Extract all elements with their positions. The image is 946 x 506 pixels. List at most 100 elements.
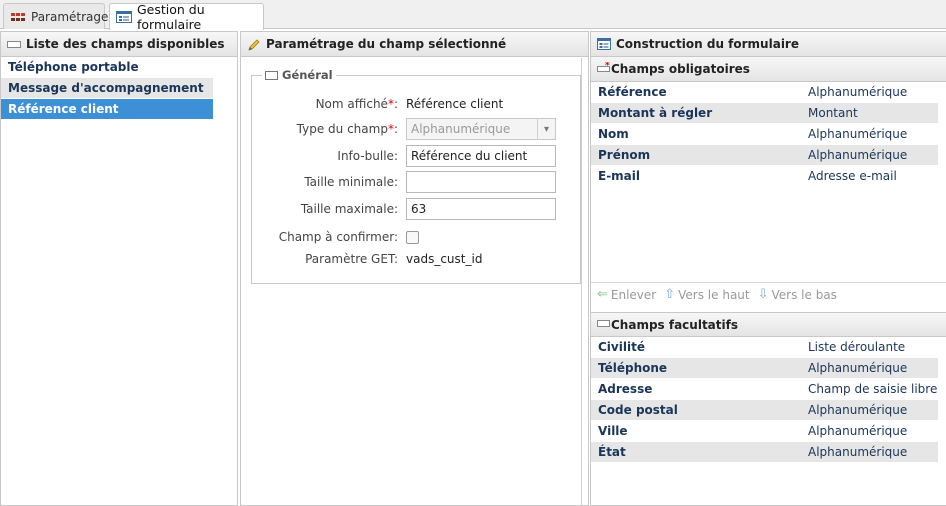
row-confirm: Champ à confirmer: xyxy=(252,226,582,248)
table-row[interactable]: État Alphanumérique xyxy=(591,442,938,463)
label-max-size: Taille maximale: xyxy=(252,202,402,216)
row-field-type: Type du champ*: Alphanumérique ▾ xyxy=(252,118,582,140)
field-name: Prénom xyxy=(598,148,651,162)
tab-bar: Paramétrage Gestion du formulaire xyxy=(0,0,946,32)
table-row[interactable]: Ville Alphanumérique xyxy=(591,421,938,442)
panel-divider xyxy=(581,58,582,505)
field-type: Champ de saisie libre xyxy=(808,382,938,396)
remove-label: Enlever xyxy=(610,287,657,302)
table-row[interactable]: Téléphone Alphanumérique xyxy=(591,358,938,379)
field-name: Civilité xyxy=(598,340,645,354)
field-name: Référence xyxy=(598,85,667,99)
colon: : xyxy=(393,97,398,111)
table-row[interactable]: Nom Alphanumérique xyxy=(591,124,938,145)
available-fields-panel: Liste des champs disponibles Téléphone p… xyxy=(0,31,238,506)
move-down-label: Vers le bas xyxy=(771,287,837,302)
field-name: Nom xyxy=(598,127,629,141)
confirm-label: Champ à confirmer xyxy=(278,230,394,244)
form-icon xyxy=(116,11,132,23)
label-tooltip: Info-bulle: xyxy=(252,149,402,163)
form-builder-header: Construction du formulaire xyxy=(591,32,946,57)
form-builder-panel: Construction du formulaire * Champs obli… xyxy=(590,31,946,506)
field-type-value: Alphanumérique xyxy=(411,122,511,136)
field-type: Alphanumérique xyxy=(808,424,908,438)
arrow-down-icon: ⇩ xyxy=(757,287,769,302)
optional-fields-header: Champs facultatifs xyxy=(591,312,946,337)
row-get-param: Paramètre GET: vads_cust_id xyxy=(252,248,582,270)
collapse-icon[interactable] xyxy=(265,70,278,80)
available-field-item[interactable]: Message d'accompagnement xyxy=(1,78,213,99)
table-row[interactable]: Adresse Champ de saisie libre xyxy=(591,379,938,400)
table-row[interactable]: Civilité Liste déroulante xyxy=(591,337,938,358)
tooltip-input[interactable] xyxy=(406,145,556,167)
field-settings-header: Paramétrage du champ sélectionné xyxy=(241,32,588,57)
colon: : xyxy=(393,202,398,216)
svg-text:*: * xyxy=(605,62,610,71)
available-field-item[interactable]: Téléphone portable xyxy=(1,57,213,78)
item-label: Référence client xyxy=(8,102,119,116)
min-size-input[interactable] xyxy=(406,171,556,193)
required-fields-header: * Champs obligatoires xyxy=(591,57,946,82)
field-type: Alphanumérique xyxy=(808,445,908,459)
item-label: Message d'accompagnement xyxy=(8,81,204,95)
field-name: Montant à régler xyxy=(598,106,713,120)
field-name: E-mail xyxy=(598,169,641,183)
panel-title: Liste des champs disponibles xyxy=(26,37,225,51)
field-type: Montant xyxy=(808,106,858,120)
table-row[interactable]: Code postal Alphanumérique xyxy=(591,400,938,421)
field-name: Code postal xyxy=(598,403,678,417)
label-field-type: Type du champ*: xyxy=(252,122,402,136)
get-param-label: Paramètre GET xyxy=(305,252,394,266)
type-label: Type du champ xyxy=(296,122,388,136)
tab-gestion-formulaire[interactable]: Gestion du formulaire xyxy=(109,2,264,32)
tab-label: Gestion du formulaire xyxy=(137,2,205,32)
colon: : xyxy=(393,230,398,244)
label-min-size: Taille minimale: xyxy=(252,175,402,189)
section-title: Champs obligatoires xyxy=(611,62,750,76)
arrow-left-icon: ⇐ xyxy=(597,287,608,302)
optional-fields-table: Civilité Liste déroulante Téléphone Alphan… xyxy=(591,337,946,463)
fieldset-legend[interactable]: Général xyxy=(262,68,336,82)
label-confirm: Champ à confirmer: xyxy=(252,230,402,244)
field-type: Adresse e-mail xyxy=(808,169,897,183)
tooltip-label: Info-bulle xyxy=(337,149,394,163)
remove-button[interactable]: ⇐ Enlever xyxy=(597,287,656,302)
panel-title: Paramétrage du champ sélectionné xyxy=(266,37,507,51)
label-get-param: Paramètre GET: xyxy=(252,252,402,266)
tab-parametrage[interactable]: Paramétrage xyxy=(3,3,108,29)
required-list-icon: * xyxy=(597,61,611,77)
row-actions-toolbar: ⇐ Enlever ⇧ Vers le haut ⇩ Vers le bas xyxy=(591,282,946,306)
available-field-item-selected[interactable]: Référence client xyxy=(1,99,213,120)
max-size-input[interactable] xyxy=(406,198,556,220)
general-fieldset: Général Nom affiché*: Référence client T… xyxy=(251,68,582,284)
legend-label: Général xyxy=(282,68,333,82)
panel-title: Construction du formulaire xyxy=(616,37,799,51)
colon: : xyxy=(393,252,398,266)
field-name: Ville xyxy=(598,424,628,438)
field-type: Alphanumérique xyxy=(808,127,908,141)
field-settings-panel: Paramétrage du champ sélectionné Général… xyxy=(240,31,589,506)
row-tooltip: Info-bulle: xyxy=(252,145,582,167)
move-down-button[interactable]: ⇩ Vers le bas xyxy=(758,287,837,302)
colon: : xyxy=(393,175,398,189)
table-row[interactable]: Référence Alphanumérique xyxy=(591,82,938,103)
move-up-button[interactable]: ⇧ Vers le haut xyxy=(664,287,749,302)
list-icon xyxy=(7,38,21,50)
pencil-icon xyxy=(247,38,261,51)
confirm-checkbox[interactable] xyxy=(406,230,419,244)
table-row[interactable]: Prénom Alphanumérique xyxy=(591,145,938,166)
display-name-label: Nom affiché xyxy=(315,97,388,111)
item-label: Téléphone portable xyxy=(8,60,139,74)
chevron-down-icon[interactable]: ▾ xyxy=(537,119,555,139)
row-min-size: Taille minimale: xyxy=(252,171,582,193)
field-name: Téléphone xyxy=(598,361,668,375)
field-type-select[interactable]: Alphanumérique ▾ xyxy=(406,118,556,140)
get-param-value: vads_cust_id xyxy=(406,252,483,266)
table-row[interactable]: E-mail Adresse e-mail xyxy=(591,166,938,187)
section-title: Champs facultatifs xyxy=(611,317,738,332)
colon: : xyxy=(393,122,398,136)
table-row[interactable]: Montant à régler Montant xyxy=(591,103,938,124)
available-fields-header: Liste des champs disponibles xyxy=(1,32,237,57)
row-max-size: Taille maximale: xyxy=(252,198,582,220)
field-type: Alphanumérique xyxy=(808,403,908,417)
